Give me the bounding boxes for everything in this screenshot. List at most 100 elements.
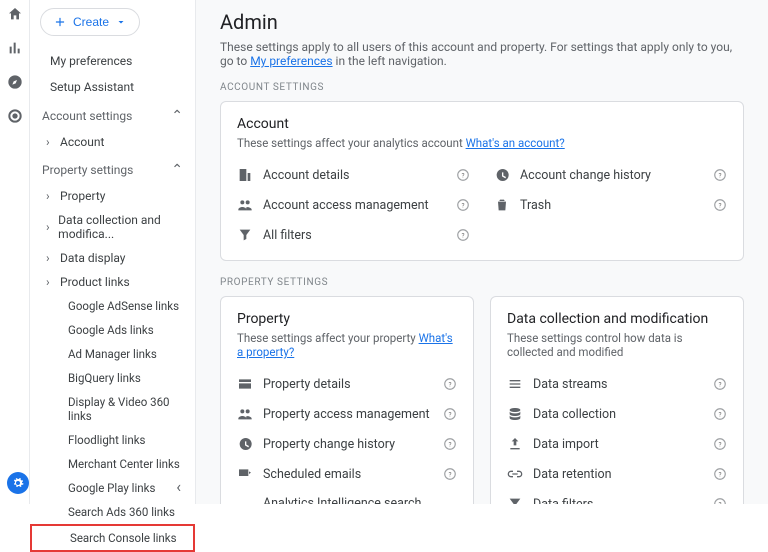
help-icon: ? <box>713 377 727 391</box>
sidebar-link-merchant-center[interactable]: Merchant Center links <box>30 452 195 476</box>
svg-text:?: ? <box>461 231 464 239</box>
account-card: Account These settings affect your analy… <box>220 101 744 261</box>
card-title: Account <box>237 116 727 132</box>
page-title: Admin <box>220 10 744 34</box>
property-card: Property These settings affect your prop… <box>220 296 474 504</box>
row-account-access[interactable]: Account access management? <box>237 190 470 220</box>
help-icon: ? <box>713 168 727 182</box>
filter-icon <box>507 496 523 504</box>
schedule-icon <box>237 466 253 482</box>
sidebar-link-google-ads[interactable]: Google Ads links <box>30 318 195 342</box>
sidebar: Create My preferences Setup Assistant Ac… <box>30 0 196 504</box>
card-title: Data collection and modification <box>507 311 727 327</box>
card-title: Property <box>237 311 457 327</box>
chevron-up-icon: ⌃ <box>171 108 183 124</box>
compass-icon[interactable] <box>7 74 23 94</box>
svg-text:?: ? <box>718 201 721 209</box>
svg-text:?: ? <box>448 410 451 418</box>
admin-gear-button[interactable] <box>7 472 29 494</box>
help-icon: ? <box>713 467 727 481</box>
card-icon <box>237 376 253 392</box>
row-property-history[interactable]: Property change history? <box>237 429 457 459</box>
row-trash[interactable]: Trash? <box>494 190 727 220</box>
sidebar-item-data-display[interactable]: Data display <box>30 246 195 270</box>
sidebar-item-data-collection[interactable]: Data collection and modifica... <box>30 208 195 246</box>
sidebar-link-ad-manager[interactable]: Ad Manager links <box>30 342 195 366</box>
help-icon: ? <box>443 377 457 391</box>
svg-text:?: ? <box>448 380 451 388</box>
filter-icon <box>237 227 253 243</box>
row-property-details[interactable]: Property details? <box>237 369 457 399</box>
sidebar-heading-property-settings[interactable]: Property settings ⌃ <box>30 154 195 184</box>
upload-icon <box>507 436 523 452</box>
svg-text:?: ? <box>448 470 451 478</box>
plus-icon <box>53 15 67 29</box>
help-icon: ? <box>713 497 727 504</box>
sidebar-link-bigquery[interactable]: BigQuery links <box>30 366 195 390</box>
streams-icon <box>507 376 523 392</box>
chevron-down-icon <box>115 16 127 28</box>
sidebar-item-setup-assistant[interactable]: Setup Assistant <box>30 74 195 100</box>
card-desc: These settings control how data is colle… <box>507 331 727 359</box>
sidebar-item-account[interactable]: Account <box>30 130 195 154</box>
sidebar-link-adsense[interactable]: Google AdSense links <box>30 294 195 318</box>
row-data-collection[interactable]: Data collection? <box>507 399 727 429</box>
people-icon <box>237 197 253 213</box>
svg-text:?: ? <box>718 380 721 388</box>
row-intelligence-history[interactable]: Analytics Intelligence search history? <box>237 489 457 504</box>
svg-text:?: ? <box>718 440 721 448</box>
sidebar-link-dv360[interactable]: Display & Video 360 links <box>30 390 195 428</box>
main-content: Admin These settings apply to all users … <box>196 0 768 504</box>
row-all-filters[interactable]: All filters? <box>237 220 470 250</box>
row-data-streams[interactable]: Data streams? <box>507 369 727 399</box>
help-icon: ? <box>443 437 457 451</box>
help-icon: ? <box>456 168 470 182</box>
section-label-property: PROPERTY SETTINGS <box>220 277 744 288</box>
sidebar-link-search-console[interactable]: Search Console links <box>30 524 195 552</box>
sidebar-link-google-play[interactable]: Google Play links <box>30 476 195 500</box>
create-label: Create <box>73 15 109 29</box>
bar-chart-icon[interactable] <box>7 40 23 60</box>
history-icon <box>494 167 510 183</box>
sidebar-heading-account-settings[interactable]: Account settings ⌃ <box>30 100 195 130</box>
section-label-account: ACCOUNT SETTINGS <box>220 82 744 93</box>
card-desc: These settings affect your property What… <box>237 331 457 359</box>
link-icon <box>507 466 523 482</box>
nav-rail <box>0 0 30 504</box>
row-property-access[interactable]: Property access management? <box>237 399 457 429</box>
svg-text:?: ? <box>718 410 721 418</box>
row-account-details[interactable]: Account details? <box>237 160 470 190</box>
trash-icon <box>494 197 510 213</box>
help-icon: ? <box>713 198 727 212</box>
card-desc: These settings affect your analytics acc… <box>237 136 727 150</box>
collapse-sidebar-button[interactable]: ‹ <box>176 477 181 496</box>
row-scheduled-emails[interactable]: Scheduled emails? <box>237 459 457 489</box>
history-icon <box>237 436 253 452</box>
data-collection-card: Data collection and modification These s… <box>490 296 744 504</box>
whats-an-account-link[interactable]: What's an account? <box>466 136 565 150</box>
my-preferences-link[interactable]: My preferences <box>250 54 332 68</box>
svg-text:?: ? <box>718 171 721 179</box>
row-account-history[interactable]: Account change history? <box>494 160 727 190</box>
people-icon <box>237 406 253 422</box>
row-data-import[interactable]: Data import? <box>507 429 727 459</box>
sidebar-item-property[interactable]: Property <box>30 184 195 208</box>
chevron-up-icon: ⌃ <box>171 162 183 178</box>
target-icon[interactable] <box>7 108 23 128</box>
help-icon: ? <box>713 407 727 421</box>
help-icon: ? <box>443 407 457 421</box>
help-icon: ? <box>443 467 457 481</box>
help-icon: ? <box>456 228 470 242</box>
sidebar-item-my-preferences[interactable]: My preferences <box>30 48 195 74</box>
svg-text:?: ? <box>461 201 464 209</box>
row-data-filters[interactable]: Data filters? <box>507 489 727 504</box>
help-icon: ? <box>456 198 470 212</box>
sidebar-item-product-links[interactable]: Product links <box>30 270 195 294</box>
home-icon[interactable] <box>7 6 23 26</box>
svg-text:?: ? <box>718 500 721 504</box>
sidebar-link-floodlight[interactable]: Floodlight links <box>30 428 195 452</box>
help-icon: ? <box>713 437 727 451</box>
row-data-retention[interactable]: Data retention? <box>507 459 727 489</box>
create-button[interactable]: Create <box>40 8 140 36</box>
building-icon <box>237 167 253 183</box>
